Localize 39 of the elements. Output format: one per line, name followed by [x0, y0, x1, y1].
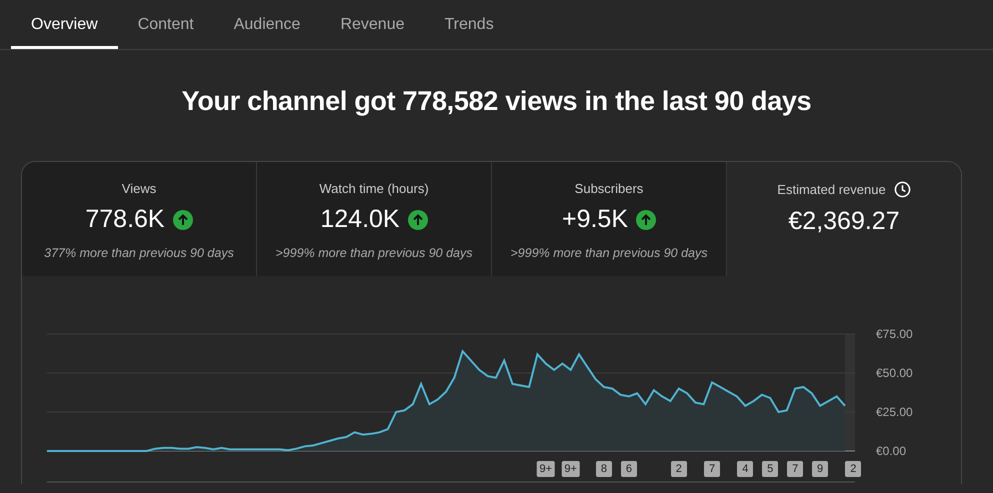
video-count-badge[interactable]: 2: [670, 461, 687, 477]
video-count-badge[interactable]: 7: [704, 461, 720, 477]
tab[interactable]: Audience: [214, 0, 320, 49]
metric-label: Watch time (hours): [319, 181, 429, 196]
video-count-badge[interactable]: 2: [845, 461, 862, 477]
video-count-badge[interactable]: 9: [812, 461, 828, 477]
metric-card[interactable]: Subscribers +9.5K >999% more than previous 90 days: [492, 162, 727, 276]
video-count-badge[interactable]: 5: [762, 461, 778, 477]
comparison-text: >999% more than previous 90 days: [510, 246, 708, 260]
metric-card[interactable]: Views 778.6K 377% more than previous 90 days: [22, 162, 257, 276]
tab[interactable]: Overview: [11, 0, 118, 49]
y-tick-label: €75.00: [876, 327, 913, 341]
metric-label: Subscribers: [574, 181, 644, 196]
video-count-badge[interactable]: 6: [620, 461, 637, 477]
tab[interactable]: Content: [118, 0, 214, 49]
metric-value: 778.6K: [85, 205, 165, 234]
metric-card[interactable]: Watch time (hours) 124.0K >999% more than previous 90 days: [257, 162, 492, 276]
metric-value: 124.0K: [320, 205, 400, 234]
metric-label: Views: [122, 181, 156, 196]
clock-icon[interactable]: [894, 181, 911, 198]
comparison-text: >999% more than previous 90 days: [276, 246, 472, 260]
arrow-up-icon: [408, 210, 428, 230]
y-tick-label: €50.00: [876, 366, 913, 380]
tab[interactable]: Trends: [424, 0, 514, 49]
metric-label: Estimated revenue: [777, 182, 886, 197]
y-tick-label: €0.00: [876, 444, 906, 458]
arrow-up-icon: [172, 210, 193, 230]
headline: Your channel got 778,582 views in the last 90 days: [182, 86, 812, 117]
video-count-badge[interactable]: 4: [737, 461, 754, 477]
video-count-badge[interactable]: 9+: [536, 461, 556, 477]
metric-value: €2,369.27: [788, 207, 900, 236]
comparison-text: 377% more than previous 90 days: [44, 246, 234, 260]
arrow-up-icon: [636, 210, 656, 230]
tab[interactable]: Revenue: [320, 0, 424, 49]
video-count-badge[interactable]: 9+: [561, 461, 580, 477]
video-count-badge[interactable]: 8: [596, 461, 612, 477]
metric-value: +9.5K: [562, 205, 628, 234]
y-tick-label: €25.00: [876, 405, 913, 419]
video-count-badge[interactable]: 7: [787, 461, 804, 477]
